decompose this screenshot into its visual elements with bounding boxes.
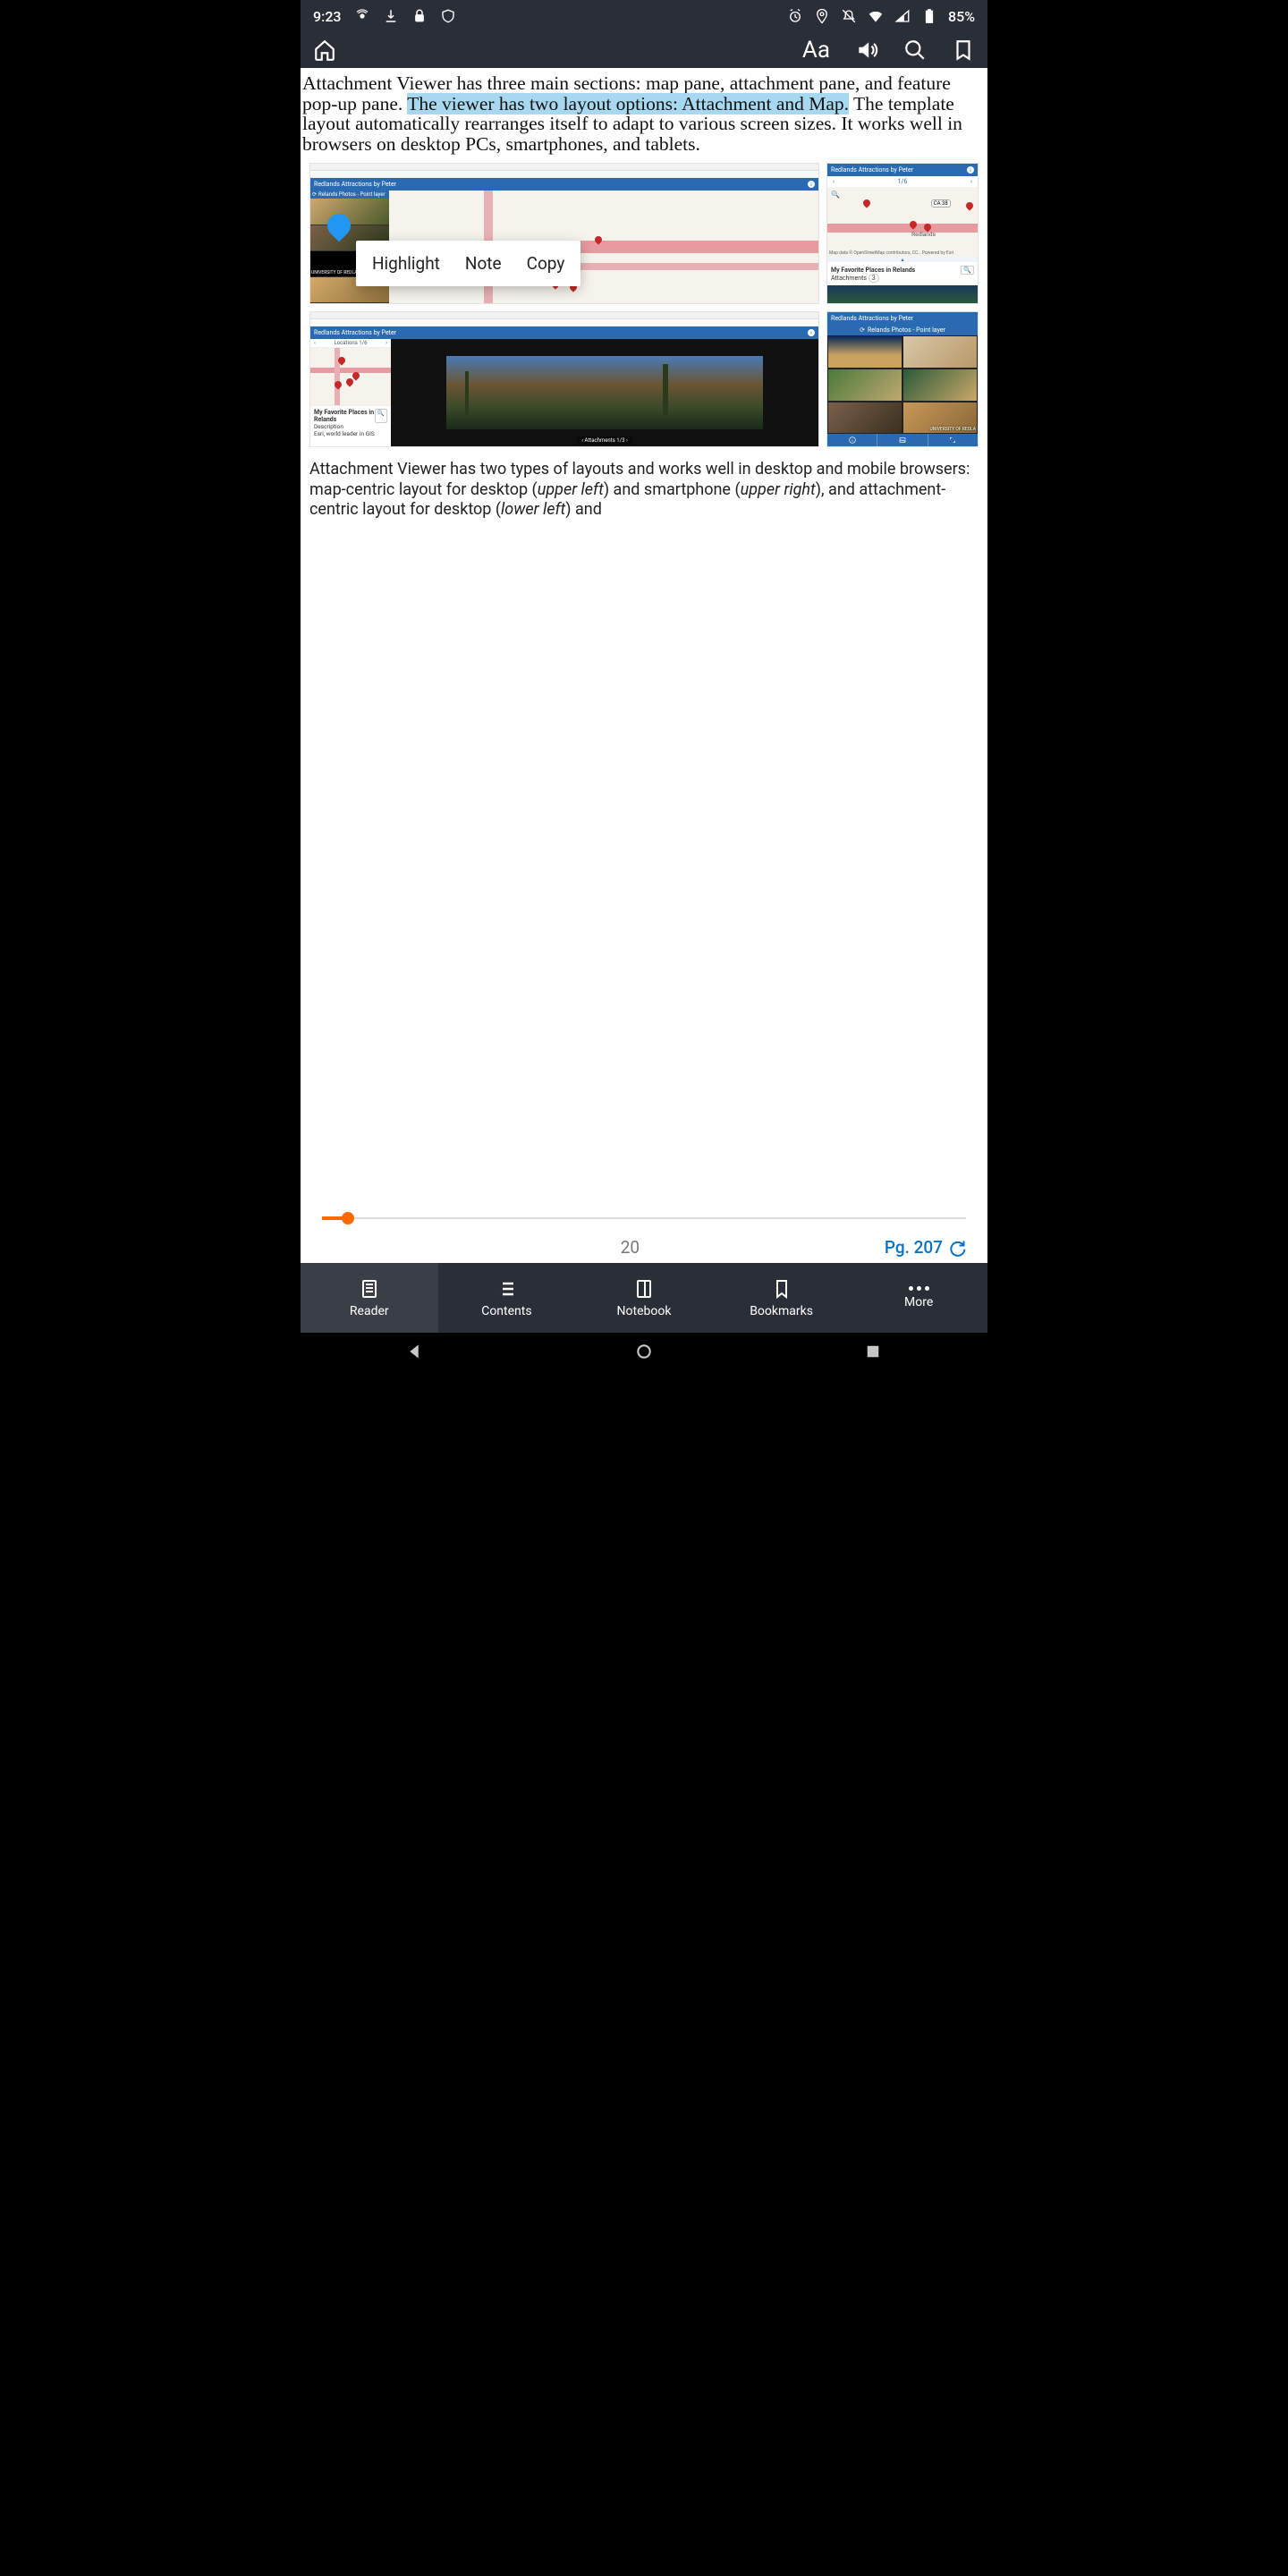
footer-image-icon (877, 434, 927, 446)
app-title: Redlands Attractions by Peter (314, 181, 396, 188)
recents-button[interactable] (864, 1343, 882, 1364)
slider-thumb[interactable] (342, 1212, 354, 1224)
bookmarks-icon (771, 1278, 792, 1300)
location-icon (814, 8, 830, 24)
reading-text[interactable]: Attachment Viewer has three main section… (301, 68, 987, 154)
status-time: 9:23 (313, 8, 342, 25)
menu-note[interactable]: Note (465, 253, 502, 274)
nav-contents[interactable]: Contents (438, 1263, 576, 1333)
nav-notebook[interactable]: Notebook (575, 1263, 713, 1333)
bookmark-icon[interactable] (952, 38, 975, 62)
menu-copy[interactable]: Copy (527, 253, 565, 274)
progress-percent: 20 (376, 1237, 885, 1258)
footer-info-icon (827, 434, 877, 446)
footer-expand-icon (928, 434, 978, 446)
nav-reader[interactable]: Reader (301, 1263, 438, 1333)
home-icon[interactable] (313, 38, 336, 62)
progress-slider[interactable] (322, 1208, 966, 1228)
reader-icon (359, 1278, 380, 1300)
alarm-icon (787, 8, 803, 24)
status-bar: 9:23 85% (301, 0, 987, 32)
figure-upper-right: Redlands Attractions by Peter i ‹ 1/6 › … (826, 163, 979, 304)
home-button[interactable] (635, 1343, 653, 1364)
battery-percent: 85% (948, 8, 975, 25)
search-icon[interactable] (903, 38, 927, 62)
page-indicator[interactable]: Pg. 207 (885, 1237, 966, 1258)
speaker-icon[interactable] (855, 38, 878, 62)
back-button[interactable] (406, 1343, 424, 1364)
app-header: Aa (301, 32, 987, 68)
nav-bookmarks[interactable]: Bookmarks (713, 1263, 851, 1333)
mute-icon (841, 8, 857, 24)
counter: 1/6 (898, 178, 908, 185)
wifi-icon (868, 8, 884, 24)
figure-caption: Attachment Viewer has two types of layou… (309, 460, 979, 521)
text-selection-menu: Highlight Note Copy (356, 241, 580, 286)
menu-highlight[interactable]: Highlight (372, 253, 440, 274)
font-size-button[interactable]: Aa (802, 37, 830, 64)
more-icon (909, 1286, 929, 1291)
info-icon: i (967, 166, 974, 174)
notebook-icon (633, 1278, 655, 1300)
info-icon: i (808, 181, 815, 188)
prev-arrow: ‹ (833, 178, 835, 185)
contents-icon (496, 1278, 517, 1300)
figure-lower-right: Redlands Attractions by Peter ⟳Relands P… (826, 311, 979, 447)
hotspot-icon (354, 8, 370, 24)
android-nav-bar (301, 1333, 987, 1374)
figure-grid: Redlands Attractions by Peter i ⟳Relands… (309, 163, 979, 447)
shield-icon (440, 8, 456, 24)
reader-content[interactable]: Attachment Viewer has three main section… (301, 68, 987, 1196)
progress-area: 20 Pg. 207 (301, 1196, 987, 1263)
lock-icon (411, 8, 428, 24)
signal-icon (894, 8, 911, 24)
selected-text[interactable]: The viewer has two layout options: Attac… (407, 93, 849, 114)
redo-icon[interactable] (948, 1239, 966, 1257)
next-arrow: › (970, 178, 972, 185)
download-icon (383, 8, 399, 24)
figure-lower-left: Redlands Attractions by Peter i ‹Locatio… (309, 311, 819, 447)
battery-icon (921, 8, 937, 24)
nav-more[interactable]: More (850, 1263, 987, 1333)
bottom-nav: Reader Contents Notebook Bookmarks More (301, 1263, 987, 1333)
